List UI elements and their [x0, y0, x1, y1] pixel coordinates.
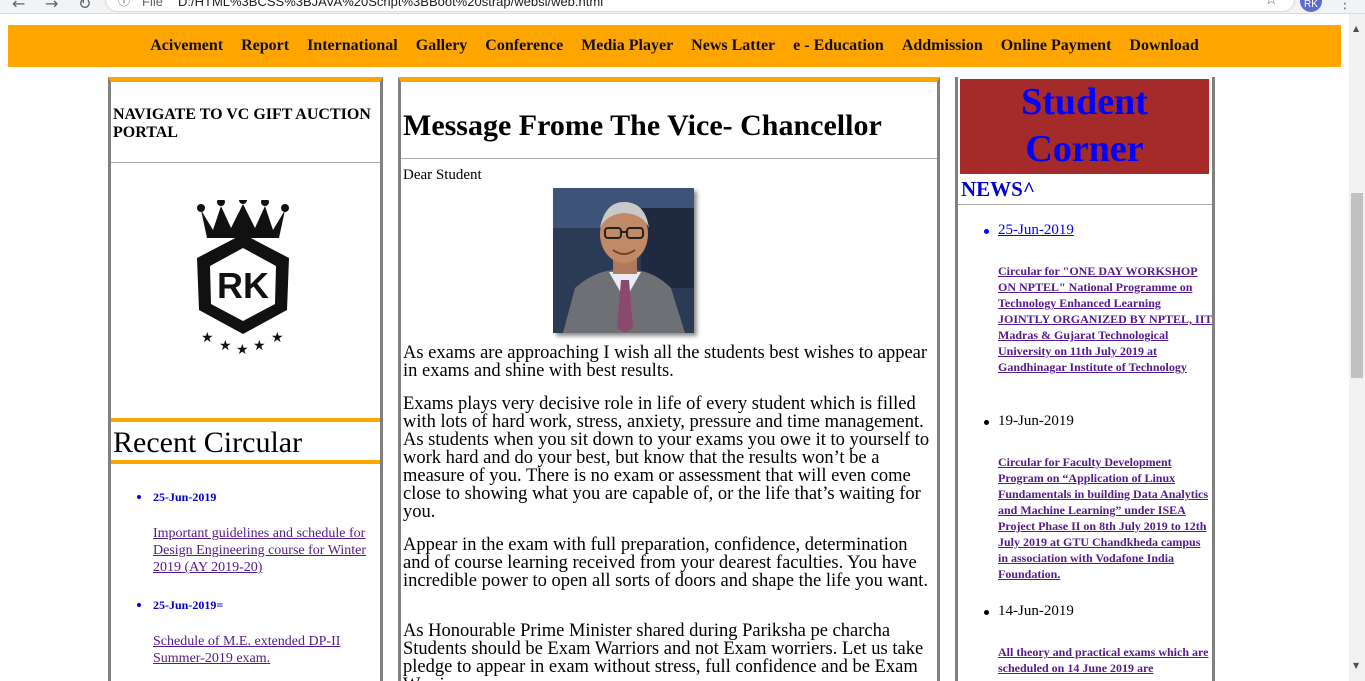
page-scrollbar[interactable]: ▲ ▼ [1349, 14, 1365, 681]
nav-international[interactable]: International [307, 25, 398, 67]
bookmark-star-icon[interactable]: ☆ [1265, 0, 1278, 8]
list-bullet [137, 603, 141, 607]
circular-date: 25-Jun-2019= [153, 598, 224, 612]
nav-addmission[interactable]: Addmission [902, 25, 983, 67]
message-paragraph: Appear in the exam with full preparation… [403, 535, 929, 591]
news-date: 14-Jun-2019 [998, 603, 1074, 619]
scroll-down-arrow-icon[interactable]: ▼ [1353, 661, 1359, 670]
url-text[interactable]: D:/HTML%3BCSS%3BJAVA%20Script%3BBoot%20s… [178, 0, 603, 9]
logo-text: RK [217, 265, 269, 306]
main-navbar: Acivement Report International Gallery Confe… [8, 25, 1341, 67]
nav-gallery[interactable]: Gallery [416, 25, 468, 67]
scrollbar-thumb[interactable] [1351, 193, 1363, 378]
left-column: NAVIGATE TO VC GIFT AUCTION PORTAL RK ★ … [108, 77, 383, 681]
news-date-link[interactable]: 25-Jun-2019 [998, 222, 1074, 239]
list-bullet [984, 420, 989, 425]
circular-date: 25-Jun-2019 [153, 490, 217, 504]
svg-text:★: ★ [236, 342, 249, 358]
list-bullet [984, 229, 989, 234]
news-link[interactable]: All theory and practical exams which are… [998, 644, 1212, 676]
recent-circular-heading: Recent Circular [113, 426, 303, 459]
scroll-up-arrow-icon[interactable]: ▲ [1353, 24, 1359, 33]
address-bar[interactable]: ⓘ File D:/HTML%3BCSS%3BJAVA%20Script%3BB… [105, 0, 1295, 12]
nav-news-latter[interactable]: News Latter [691, 25, 775, 67]
nav-online-payment[interactable]: Online Payment [1001, 25, 1112, 67]
divider-orange [111, 418, 380, 422]
svg-text:★: ★ [201, 330, 214, 346]
divider [401, 158, 937, 159]
back-icon[interactable]: ← [12, 0, 25, 13]
list-bullet [137, 495, 141, 499]
forward-icon[interactable]: → [45, 0, 58, 13]
nav-conference[interactable]: Conference [485, 25, 563, 67]
circular-link[interactable]: Important guidelines and schedule for De… [153, 525, 375, 576]
middle-column: Message Frome The Vice- Chancellor Dear … [398, 77, 940, 681]
greeting-text: Dear Student [403, 167, 482, 183]
profile-avatar[interactable]: RK [1300, 0, 1322, 12]
vc-gift-auction-link[interactable]: NAVIGATE TO VC GIFT AUCTION PORTAL [113, 106, 375, 142]
divider [111, 162, 380, 163]
nav-media-player[interactable]: Media Player [581, 25, 673, 67]
news-heading[interactable]: NEWS^ [961, 177, 1035, 202]
message-paragraph: Exams plays very decisive role in life o… [403, 394, 930, 522]
news-link[interactable]: Circular for Faculty Development Program… [998, 454, 1212, 582]
info-icon[interactable]: ⓘ [118, 0, 130, 9]
vice-chancellor-photo [553, 188, 694, 333]
nav-report[interactable]: Report [241, 25, 289, 67]
list-bullet [984, 610, 989, 615]
svg-text:★: ★ [253, 338, 266, 354]
right-column: Student Corner NEWS^ 25-Jun-2019 Circula… [955, 77, 1215, 681]
divider [958, 204, 1212, 205]
student-corner-banner[interactable]: Student Corner [960, 79, 1209, 174]
rk-logo: RK ★ ★ ★ ★ ★ [183, 196, 303, 360]
nav-e-education[interactable]: e - Education [793, 25, 884, 67]
browser-toolbar: ← → ↻ ⓘ File D:/HTML%3BCSS%3BJAVA%20Scri… [0, 0, 1365, 14]
file-label: File [142, 0, 163, 9]
browser-menu-icon[interactable]: ⋮ [1338, 0, 1352, 12]
nav-acivement[interactable]: Acivement [150, 25, 223, 67]
vc-message-heading: Message Frome The Vice- Chancellor [403, 109, 882, 142]
nav-download[interactable]: Download [1129, 25, 1198, 67]
circular-link[interactable]: Schedule of M.E. extended DP-II Summer-2… [153, 633, 375, 667]
svg-text:★: ★ [271, 330, 284, 346]
news-link[interactable]: Circular for "ONE DAY WORKSHOP ON NPTEL"… [998, 263, 1212, 375]
message-paragraph: As exams are approaching I wish all the … [403, 343, 928, 381]
svg-text:★: ★ [219, 338, 232, 354]
divider-orange [111, 460, 380, 464]
news-date: 19-Jun-2019 [998, 413, 1074, 429]
message-paragraph: As Honourable Prime Minister shared duri… [403, 621, 924, 681]
reload-icon[interactable]: ↻ [78, 0, 91, 13]
